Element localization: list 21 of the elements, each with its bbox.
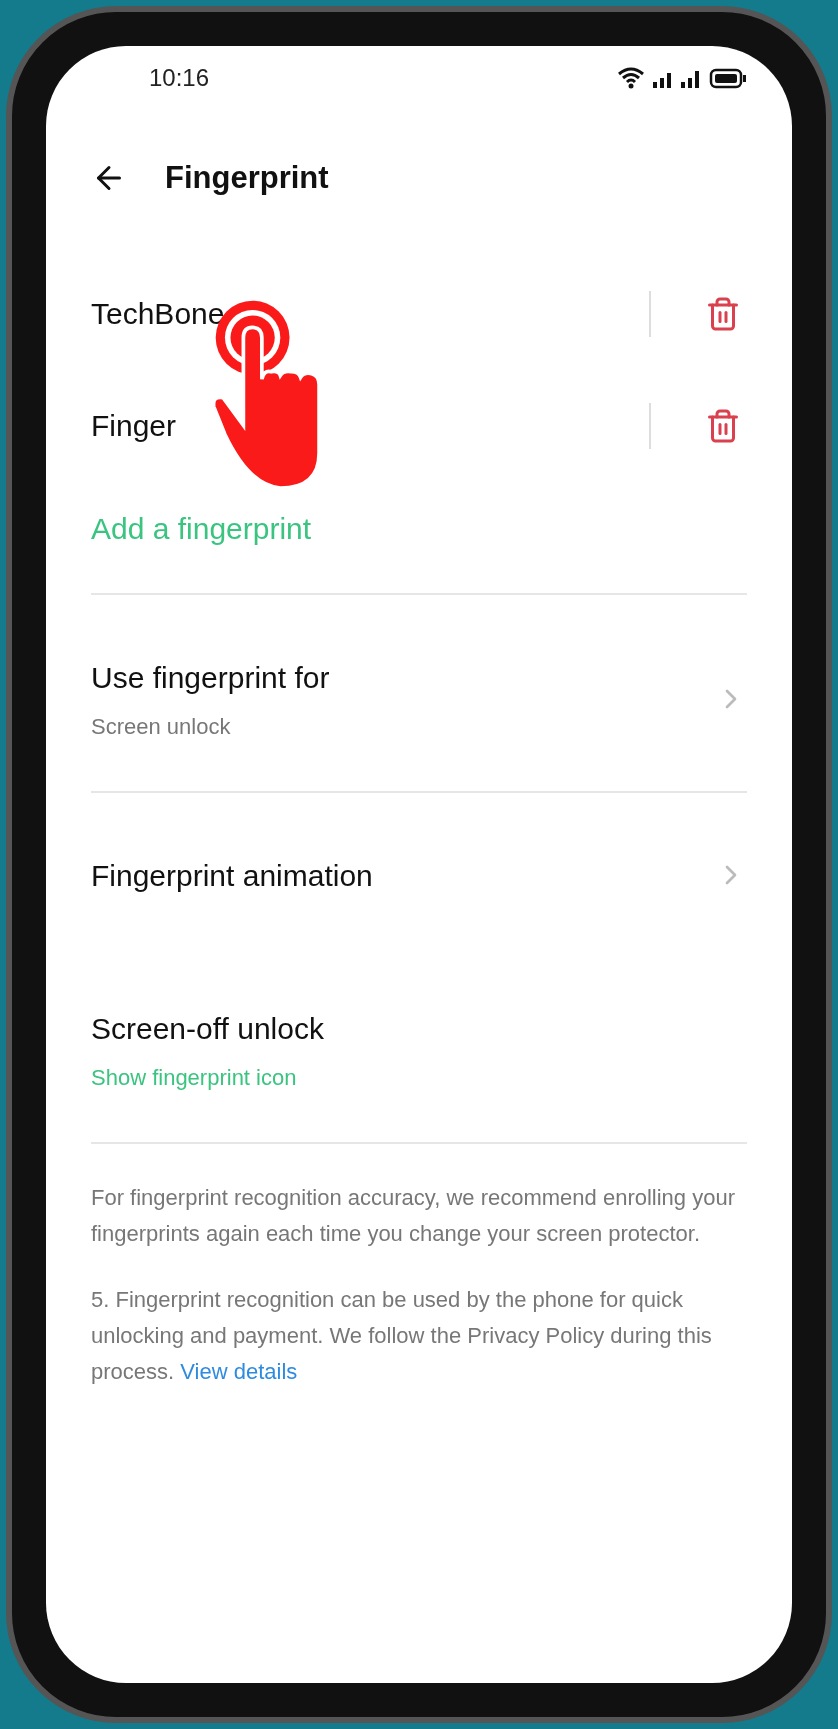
signal-icon [653,70,673,90]
setting-subtitle: Screen unlock [91,712,232,741]
settings-row[interactable]: Screen-off unlock Show fingerprint icon [91,957,747,1142]
fingerprint-name[interactable]: Finger [91,403,649,448]
page-title: Fingerprint [165,159,329,197]
wifi-icon [617,66,645,90]
delete-button[interactable] [705,295,741,332]
status-time: 10:16 [149,63,210,93]
setting-title: Use fingerprint for [91,659,331,696]
battery-icon [709,68,747,90]
setting-title: Screen-off unlock [91,1010,325,1047]
settings-row[interactable]: Use fingerprint for Screen unlock [91,606,747,791]
setting-subtitle: Show fingerprint icon [91,1063,298,1092]
setting-title: Fingerprint animation [91,857,374,894]
fingerprint-name[interactable]: TechBone [91,291,649,336]
info-paragraph: 5. Fingerprint recognition can be used by the phone for quick unlocking and payment. We follow the Privacy Policy during this process. View details [91,1285,713,1386]
signal-icon [681,70,701,90]
info-paragraph: For fingerprint recognition accuracy, we recommend enrolling your fingerprints again each time you change your screen protector. [91,1183,736,1248]
settings-row[interactable]: Fingerprint animation [91,804,747,946]
view-details-link[interactable]: View details [180,1358,298,1384]
delete-button[interactable] [705,407,741,444]
